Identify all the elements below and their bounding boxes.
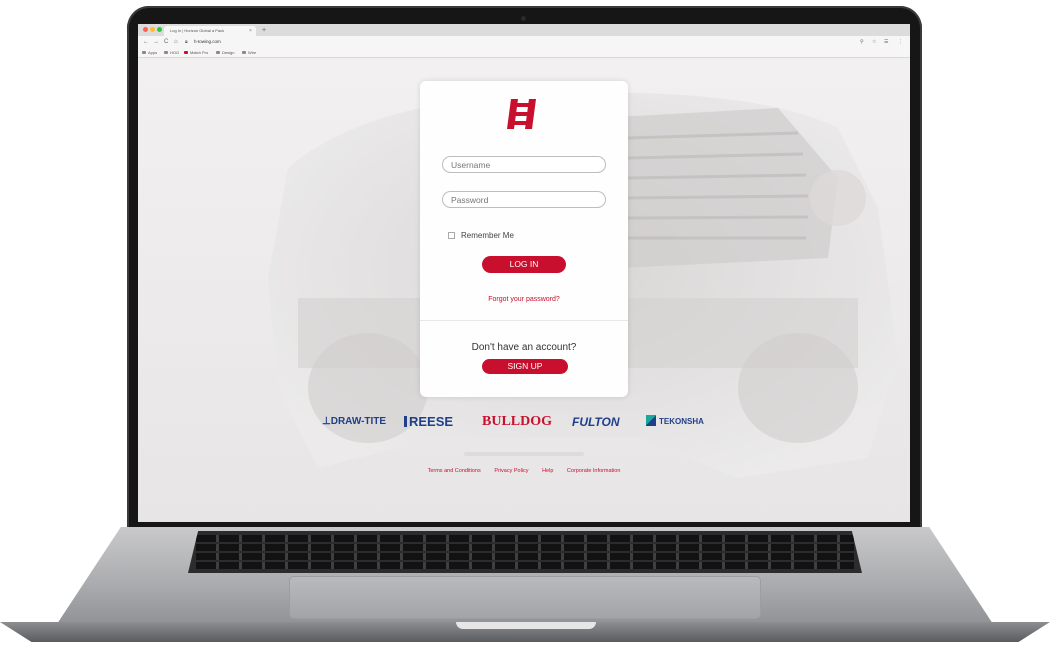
- maximize-window-button[interactable]: [157, 27, 162, 32]
- brand-bulldog: BULLDOG: [482, 414, 553, 429]
- bookmark-match-pro[interactable]: Match Pro: [184, 48, 208, 57]
- search-icon[interactable]: ⚲: [860, 38, 864, 46]
- bookmark-design[interactable]: Design: [216, 48, 234, 57]
- lid-notch: [456, 622, 596, 629]
- key-row: [196, 562, 854, 569]
- extensions-icon[interactable]: ☰: [884, 38, 888, 46]
- footer-link-corporate[interactable]: Corporate Information: [567, 468, 621, 474]
- reese-bar-icon: [404, 416, 407, 427]
- reload-icon[interactable]: C: [164, 38, 168, 46]
- folder-icon: [242, 51, 246, 54]
- card-divider: [420, 320, 628, 321]
- remember-me-label: Remember Me: [461, 231, 514, 240]
- forward-arrow-icon[interactable]: →: [153, 38, 159, 46]
- no-account-text: Don't have an account?: [471, 342, 577, 353]
- forgot-password-link[interactable]: Forgot your password?: [420, 296, 628, 303]
- apps-grid-icon: [142, 51, 146, 54]
- bookmark-apps[interactable]: Apps: [142, 48, 157, 57]
- keyboard: [188, 531, 862, 573]
- menu-icon[interactable]: ⋮: [898, 38, 903, 46]
- password-input[interactable]: [442, 191, 606, 208]
- webcam: [521, 16, 526, 21]
- folder-icon: [164, 51, 168, 54]
- footer-link-help[interactable]: Help: [542, 468, 553, 474]
- browser-toolbar: ← → C ⌂ 🔒︎ h-towing.com ⚲ ☆ ☰ ⋮: [138, 36, 910, 48]
- bookmark-star-icon[interactable]: ☆: [872, 38, 876, 46]
- folder-icon: [216, 51, 220, 54]
- key-row: [196, 544, 854, 551]
- bookmark-wire[interactable]: Wire: [242, 48, 256, 57]
- bookmark-hog[interactable]: HOG: [164, 48, 179, 57]
- tekonsha-flag-icon: [646, 415, 656, 426]
- close-window-button[interactable]: [143, 27, 148, 32]
- browser-tab-bar: Log In | Horizon Global a Pack × +: [138, 24, 910, 36]
- bookmarks-bar: Apps HOG Match Pro Design Wire: [138, 48, 910, 58]
- brand-reese: REESE: [404, 414, 453, 430]
- brand-fulton: FULTON: [572, 415, 620, 429]
- new-tab-button[interactable]: +: [262, 25, 266, 36]
- brand-tekonsha: TEKONSHA: [646, 414, 704, 430]
- remember-me[interactable]: Remember Me: [448, 231, 514, 241]
- signup-button[interactable]: SIGN UP: [482, 359, 568, 374]
- tab-title: Log In | Horizon Global a Pack: [170, 28, 225, 33]
- footer-link-terms[interactable]: Terms and Conditions: [428, 468, 481, 474]
- address-bar[interactable]: h-towing.com: [194, 38, 221, 46]
- remember-me-checkbox[interactable]: [448, 232, 455, 240]
- home-icon[interactable]: ⌂: [174, 38, 178, 46]
- footer-link-privacy[interactable]: Privacy Policy: [494, 468, 528, 474]
- trackpad: [290, 577, 760, 618]
- horizon-h-logo-icon: [507, 99, 536, 129]
- copyright-text: [138, 452, 910, 458]
- minimize-window-button[interactable]: [150, 27, 155, 32]
- back-arrow-icon[interactable]: ←: [143, 38, 149, 46]
- login-card: Remember Me LOG IN Forgot your password?…: [420, 81, 628, 397]
- laptop-screen: Log In | Horizon Global a Pack × + ← → C…: [138, 24, 910, 522]
- h-logo-icon: [184, 51, 188, 54]
- tab-close-icon[interactable]: ×: [249, 26, 252, 36]
- footer-links: Terms and Conditions Privacy Policy Help…: [138, 468, 910, 474]
- username-input[interactable]: [442, 156, 606, 173]
- brand-logos: ⊥DRAW-TITE REESE BULLDOG FULTON TEKONSHA: [314, 412, 734, 434]
- key-row: [196, 553, 854, 560]
- towbar-icon: ⊥: [322, 416, 331, 427]
- lock-icon: 🔒︎: [185, 39, 188, 45]
- brand-draw-tite: ⊥DRAW-TITE: [322, 416, 387, 427]
- login-button[interactable]: LOG IN: [482, 256, 566, 273]
- key-row: [196, 535, 854, 542]
- login-page: Remember Me LOG IN Forgot your password?…: [138, 58, 910, 522]
- browser-tab[interactable]: Log In | Horizon Global a Pack: [164, 26, 256, 36]
